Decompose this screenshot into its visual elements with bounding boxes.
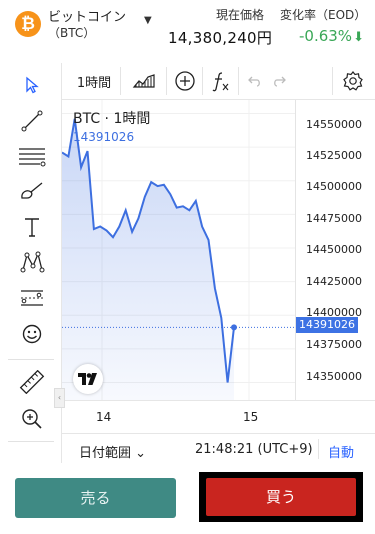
toolbar-divider <box>8 441 54 442</box>
chart-type-icon[interactable] <box>122 63 166 99</box>
toolbar-divider <box>166 67 167 95</box>
prediction-tool-icon[interactable] <box>14 284 50 312</box>
clock-timezone[interactable]: 21:48:21 (UTC+9) <box>195 442 313 457</box>
coin-dropdown-icon[interactable]: ▼ <box>144 15 152 26</box>
change-rate: -0.63%⬇ <box>299 27 364 45</box>
y-tick: 14450000 <box>306 243 362 256</box>
y-tick: 14350000 <box>306 370 362 383</box>
y-tick: 14525000 <box>306 149 362 162</box>
tradingview-logo-icon[interactable] <box>73 364 103 394</box>
change-label: 変化率（EOD） <box>280 8 367 22</box>
sell-button[interactable]: 売る <box>15 478 176 518</box>
function-icon[interactable] <box>204 63 238 99</box>
x-tick: 14 <box>96 410 112 424</box>
toolbar-divider <box>120 67 121 95</box>
cursor-tool-icon[interactable] <box>14 71 50 99</box>
bitcoin-icon[interactable]: ₿ <box>15 11 41 37</box>
pattern-tool-icon[interactable] <box>14 248 50 276</box>
redo-icon[interactable] <box>268 63 292 99</box>
y-tick: 14500000 <box>306 180 362 193</box>
price-label: 現在価格 <box>216 8 265 22</box>
y-tick: 14475000 <box>306 212 362 225</box>
y-tick: 14375000 <box>306 338 362 351</box>
toolbar-divider <box>8 359 54 360</box>
x-tick: 15 <box>243 410 259 424</box>
undo-icon[interactable] <box>242 63 266 99</box>
chart-toolbar: 1時間 <box>62 63 375 100</box>
last-price-label: 14391026 <box>73 130 135 144</box>
current-price-dot <box>231 324 237 331</box>
trend-line-tool-icon[interactable] <box>14 107 50 135</box>
interval-button[interactable]: 1時間 <box>68 63 120 99</box>
fib-lines-tool-icon[interactable] <box>14 142 50 170</box>
coin-name[interactable]: ビットコイン <box>48 10 126 26</box>
date-range-button[interactable]: 日付範囲 ⌄ <box>79 442 146 461</box>
y-tick: 14550000 <box>306 118 362 131</box>
header: ₿ ビットコイン （BTC） ▼ 現在価格 変化率（EOD） 14,380,24… <box>0 0 375 58</box>
emoji-tool-icon[interactable] <box>14 320 50 348</box>
auto-scale-button[interactable]: 自動 <box>328 442 354 461</box>
y-tick: 14425000 <box>306 275 362 288</box>
down-arrow-icon: ⬇ <box>353 30 364 45</box>
add-indicator-icon[interactable] <box>168 63 202 99</box>
drawing-toolbar <box>0 63 62 463</box>
chart-title: BTC · 1時間 <box>73 111 151 127</box>
toolbar-divider <box>238 67 239 95</box>
current-price-tag: 14391026 <box>296 317 358 333</box>
change-value: -0.63% <box>299 27 353 45</box>
ruler-tool-icon[interactable] <box>14 368 50 396</box>
toolbar-divider <box>318 439 319 459</box>
coin-code[interactable]: （BTC） <box>48 25 95 41</box>
buy-button[interactable]: 買う <box>206 478 356 516</box>
settings-gear-icon[interactable] <box>334 63 372 99</box>
toolbar-divider <box>202 67 203 95</box>
zoom-in-icon[interactable] <box>14 405 50 433</box>
current-price: 14,380,240円 <box>168 29 273 47</box>
text-tool-icon[interactable] <box>14 213 50 241</box>
brush-tool-icon[interactable] <box>14 177 50 205</box>
toolbar-divider <box>332 67 333 95</box>
collapse-toolbar-icon[interactable]: ‹ <box>54 388 65 408</box>
